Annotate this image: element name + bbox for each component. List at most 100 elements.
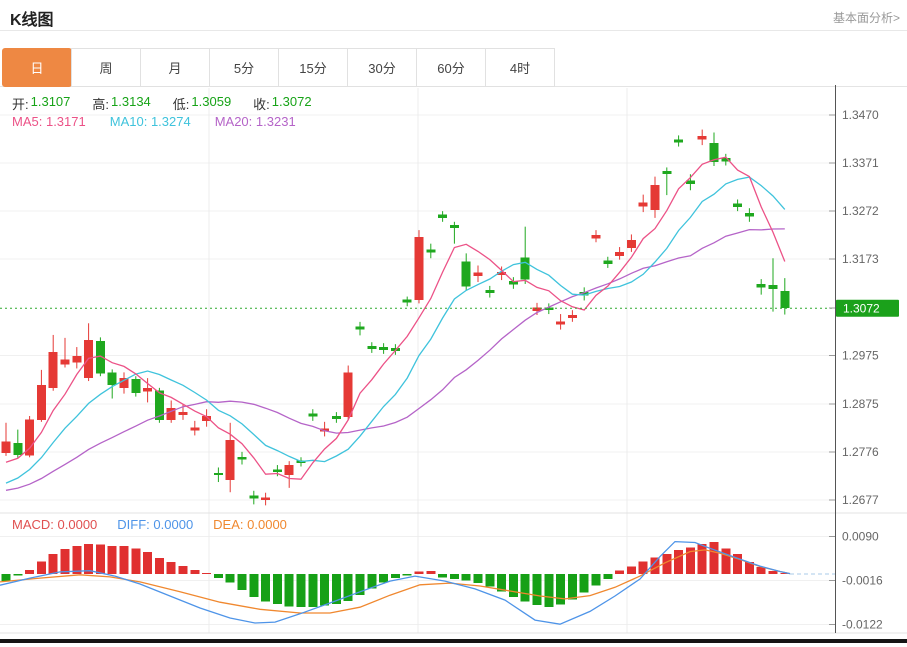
- candle-body[interactable]: [261, 497, 271, 500]
- candle-body[interactable]: [272, 469, 282, 472]
- ma5-label: MA5:: [12, 114, 43, 129]
- candle-body[interactable]: [367, 346, 377, 350]
- macd-histogram-bar: [473, 574, 483, 584]
- macd-histogram-bar: [107, 545, 117, 574]
- macd-histogram-bar: [721, 548, 731, 574]
- candle-body[interactable]: [485, 289, 495, 294]
- candle-body[interactable]: [556, 321, 566, 325]
- macd-histogram-bar: [532, 574, 542, 606]
- ma20-line: [5, 228, 785, 491]
- candle-body[interactable]: [107, 372, 117, 385]
- close-value: 1.3072: [271, 94, 312, 109]
- macd-histogram-bar: [1, 574, 11, 582]
- macd-readout: MACD: 0.0000 DIFF: 0.0000 DEA: 0.0000: [12, 517, 287, 532]
- candle-body[interactable]: [355, 326, 365, 330]
- candle-body[interactable]: [768, 284, 778, 289]
- candle-body[interactable]: [638, 202, 648, 207]
- price-axis-label: 1.2875: [842, 397, 879, 411]
- candle-body[interactable]: [674, 139, 684, 143]
- candle-body[interactable]: [284, 465, 294, 476]
- candle-body[interactable]: [308, 413, 318, 417]
- candle-body[interactable]: [143, 387, 153, 392]
- candle-body[interactable]: [744, 213, 754, 217]
- candle-body[interactable]: [249, 495, 259, 499]
- price-axis-label: 1.2975: [842, 348, 879, 362]
- ma5-line: [5, 156, 786, 480]
- macd-histogram-bar: [213, 574, 223, 579]
- candle-body[interactable]: [343, 372, 353, 417]
- candle-body[interactable]: [190, 427, 200, 431]
- ma10-line: [5, 176, 786, 484]
- candle-body[interactable]: [237, 456, 247, 460]
- macd-histogram-bar: [48, 554, 58, 574]
- price-axis-label: 1.2776: [842, 445, 879, 459]
- low-value: 1.3059: [191, 94, 232, 109]
- candle-body[interactable]: [615, 251, 625, 256]
- candle-body[interactable]: [662, 170, 672, 175]
- macd-histogram-bar: [202, 573, 212, 575]
- macd-histogram-bar: [579, 574, 589, 593]
- candle-body[interactable]: [591, 234, 601, 239]
- macd-histogram-bar: [84, 544, 94, 574]
- candle-body[interactable]: [426, 249, 436, 253]
- open-value: 1.3107: [30, 94, 71, 109]
- macd-histogram-bar: [13, 574, 23, 576]
- price-axis-label: 1.3173: [842, 252, 879, 266]
- candle-body[interactable]: [60, 359, 70, 365]
- candle-body[interactable]: [449, 225, 459, 229]
- candle-body[interactable]: [626, 239, 636, 249]
- candle-body[interactable]: [36, 384, 46, 420]
- ma-readout: MA5: 1.3171 MA10: 1.3274 MA20: 1.3231: [12, 114, 296, 129]
- candle-body[interactable]: [48, 351, 58, 388]
- diff-line: [0, 540, 791, 625]
- macd-histogram-bar: [615, 570, 625, 574]
- candle-body[interactable]: [603, 260, 613, 265]
- macd-histogram-bar: [272, 574, 282, 604]
- candle-body[interactable]: [379, 347, 389, 350]
- macd-histogram-bar: [154, 558, 164, 574]
- price-axis-label: 1.3272: [842, 204, 879, 218]
- ma20-value: 1.3231: [255, 114, 296, 129]
- macd-histogram-bar: [485, 574, 495, 587]
- diff-value: 0.0000: [153, 517, 194, 532]
- candle-body[interactable]: [567, 315, 577, 318]
- candle-body[interactable]: [520, 257, 530, 280]
- candle-body[interactable]: [461, 261, 471, 287]
- candle-body[interactable]: [438, 214, 448, 218]
- candle-body[interactable]: [402, 299, 412, 303]
- price-axis-label: 1.3470: [842, 108, 879, 122]
- macd-histogram-bar: [438, 574, 448, 578]
- candle-body[interactable]: [13, 443, 23, 455]
- dea-value: 0.0000: [247, 517, 287, 532]
- macd-histogram-bar: [520, 574, 530, 602]
- candle-body[interactable]: [780, 291, 790, 309]
- macd-histogram-bar: [249, 574, 259, 597]
- ma10-label: MA10:: [109, 114, 148, 129]
- candle-body[interactable]: [414, 236, 424, 300]
- macd-histogram-bar: [426, 571, 436, 574]
- macd-histogram-bar: [143, 552, 153, 574]
- candle-body[interactable]: [733, 203, 743, 207]
- candle-body[interactable]: [756, 283, 766, 288]
- candle-body[interactable]: [72, 355, 82, 363]
- macd-histogram-bar: [320, 574, 330, 606]
- macd-histogram-bar: [284, 574, 294, 607]
- macd-histogram-bar: [261, 574, 271, 602]
- candle-body[interactable]: [1, 441, 11, 453]
- candle-body[interactable]: [178, 412, 188, 416]
- candle-body[interactable]: [473, 272, 483, 277]
- candle-body[interactable]: [225, 439, 235, 481]
- candle-body[interactable]: [331, 416, 341, 419]
- candle-body[interactable]: [697, 135, 707, 140]
- macd-histogram-bar: [567, 574, 577, 600]
- candle-body[interactable]: [650, 184, 660, 211]
- macd-histogram-bar: [72, 545, 82, 574]
- dea-line: [0, 549, 791, 614]
- candle-body[interactable]: [213, 472, 223, 476]
- candle-body[interactable]: [25, 419, 35, 456]
- macd-histogram-bar: [166, 561, 176, 574]
- diff-label: DIFF:: [117, 517, 150, 532]
- macd-histogram-bar: [308, 574, 318, 607]
- candle-body[interactable]: [131, 379, 141, 394]
- macd-histogram-bar: [449, 574, 459, 579]
